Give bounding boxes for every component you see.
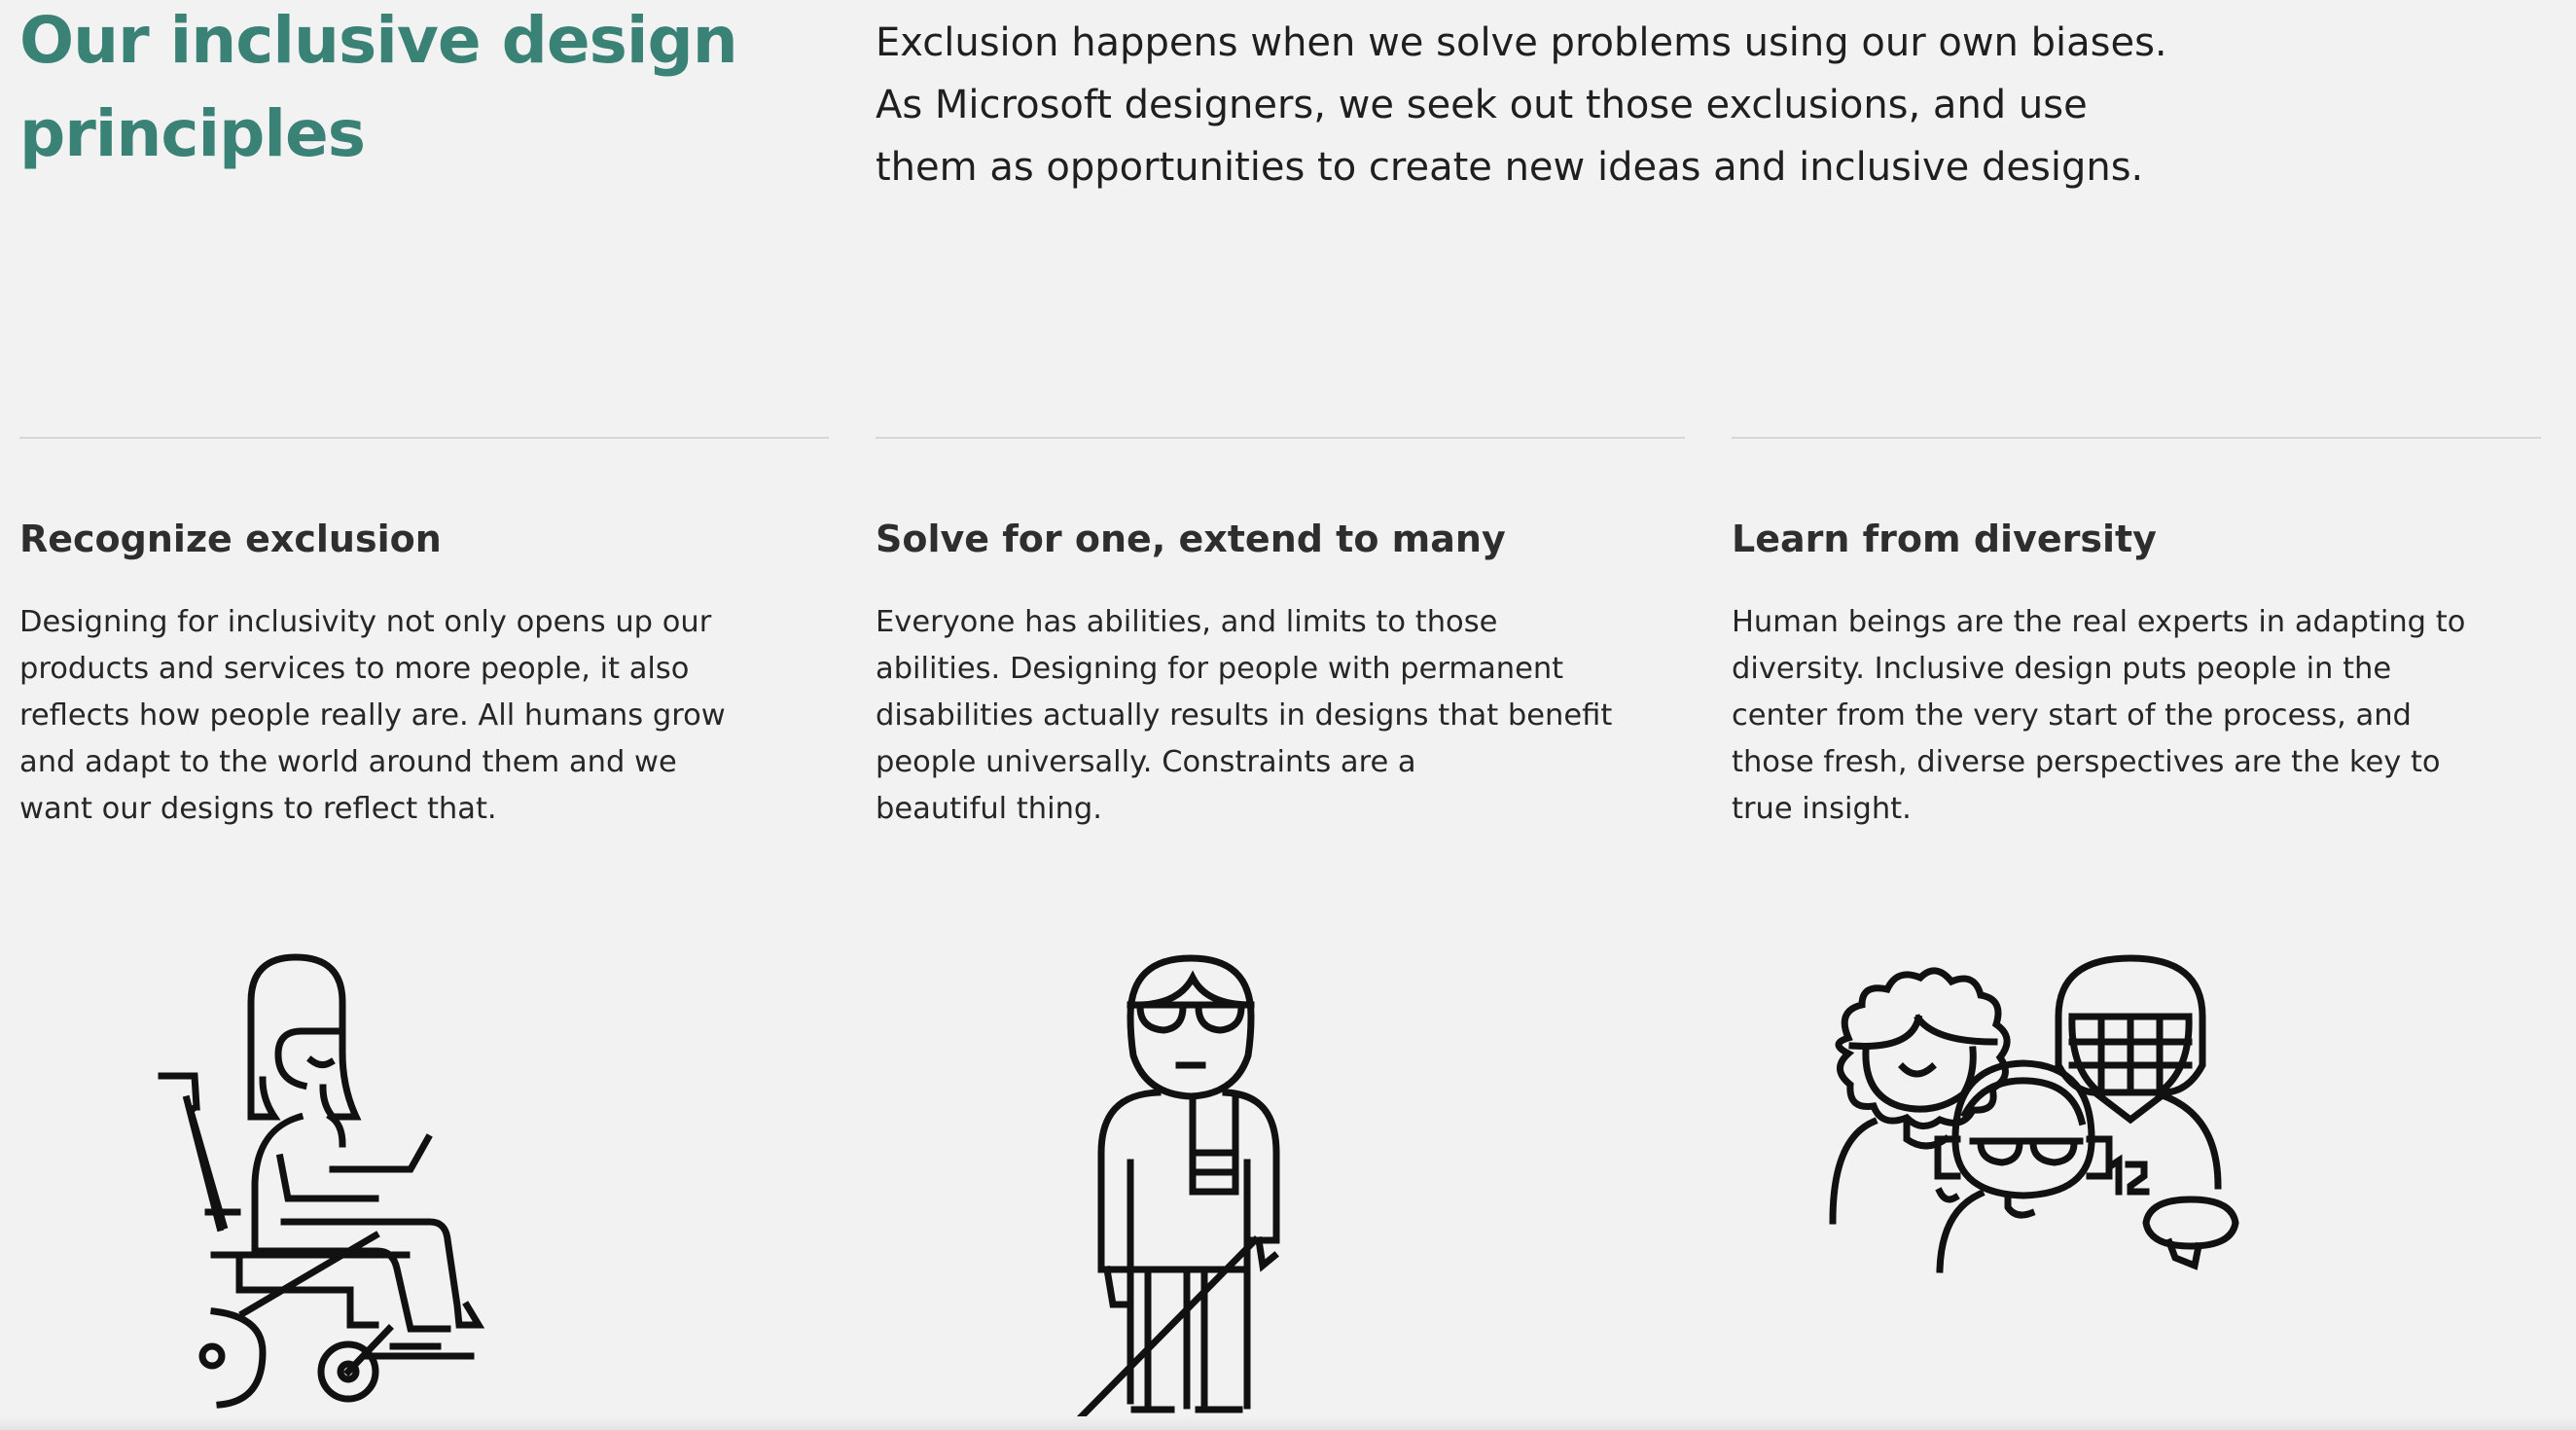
intro-line: Exclusion happens when we solve problems… (876, 20, 2167, 65)
description-line: Human beings are the real experts in ada… (1732, 605, 2466, 639)
principle-heading: Recognize exclusion (19, 518, 442, 560)
intro-line: them as opportunities to create new idea… (876, 145, 2144, 190)
description-line: diversity. Inclusive design puts people … (1732, 652, 2392, 686)
description-line: and adapt to the world around them and w… (19, 745, 677, 779)
principle-learn-from-diversity: Learn from diversity Human beings are th… (1732, 437, 2541, 826)
person-with-white-cane-icon (1068, 954, 1280, 1430)
page-bottom-edge (0, 1416, 2576, 1430)
page-title-line: principles (19, 96, 366, 171)
principle-solve-for-one: Solve for one, extend to many Everyone h… (876, 437, 1685, 826)
description-line: products and services to more people, it… (19, 652, 690, 686)
intro-paragraph: Exclusion happens when we solve problems… (876, 12, 2237, 198)
page-title-line: Our inclusive design (19, 3, 738, 78)
page-title: Our inclusive design principles (19, 0, 778, 181)
principle-description: Designing for inclusivity not only opens… (19, 599, 759, 833)
principle-heading: Solve for one, extend to many (876, 518, 1506, 560)
person-in-wheelchair-with-laptop-icon (158, 953, 485, 1409)
divider (1732, 437, 2541, 439)
description-line: abilities. Designing for people with per… (876, 652, 1564, 686)
description-line: Designing for inclusivity not only opens… (19, 605, 712, 639)
description-line: those fresh, diverse perspectives are th… (1732, 745, 2441, 779)
description-line: beautiful thing. (876, 792, 1102, 826)
description-line: people universally. Constraints are a (876, 745, 1416, 779)
description-line: reflects how people really are. All huma… (19, 698, 726, 733)
principle-description: Everyone has abilities, and limits to th… (876, 599, 1615, 833)
divider (876, 437, 1685, 439)
description-line: center from the very start of the proces… (1732, 698, 2412, 733)
description-line: disabilities actually results in designs… (876, 698, 1613, 733)
description-line: true insight. (1732, 792, 1912, 826)
principle-recognize-exclusion: Recognize exclusion Designing for inclus… (19, 437, 829, 826)
description-line: Everyone has abilities, and limits to th… (876, 605, 1498, 639)
intro-line: As Microsoft designers, we seek out thos… (876, 83, 2088, 127)
principle-heading: Learn from diversity (1732, 518, 2157, 560)
divider (19, 437, 829, 439)
principle-description: Human beings are the real experts in ada… (1732, 599, 2471, 833)
description-line: want our designs to reflect that. (19, 792, 497, 826)
page: Our inclusive design principles Exclusio… (0, 0, 2576, 1430)
diverse-group-of-people-icon (1829, 954, 2239, 1273)
